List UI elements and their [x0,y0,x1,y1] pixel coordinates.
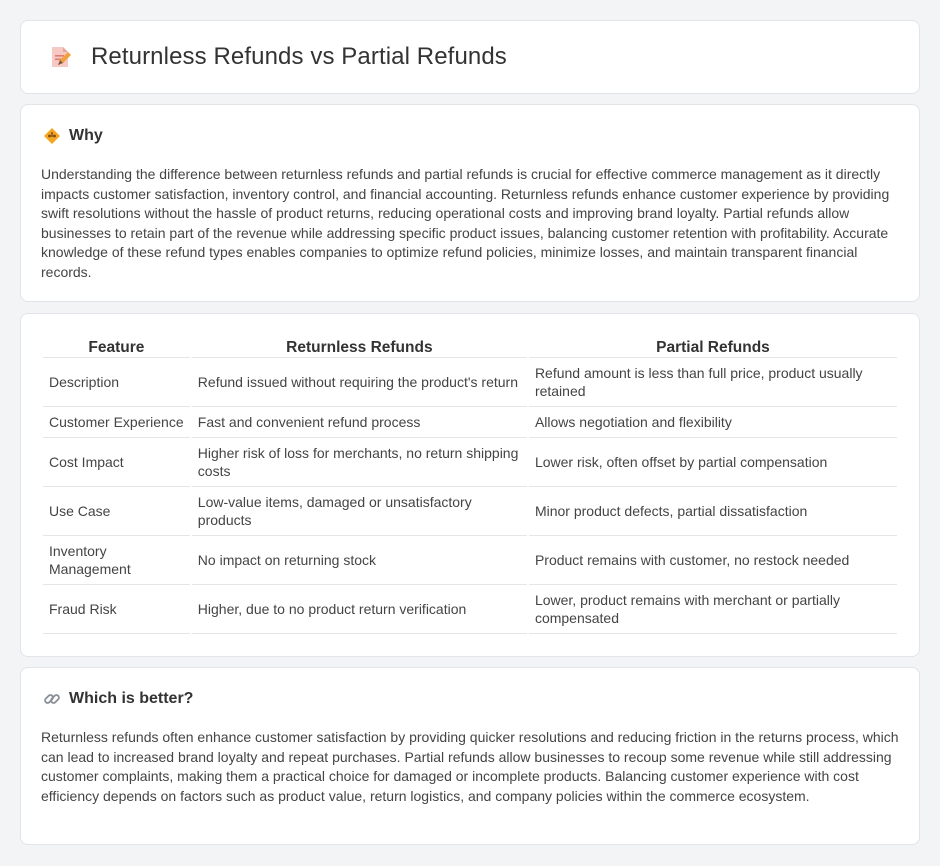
which-better-header: Which is better? [43,690,193,708]
comparison-table: Feature Returnless Refunds Partial Refun… [41,334,899,634]
title-card: Returnless Refunds vs Partial Refunds [20,20,920,94]
table-cell: Fraud Risk [43,585,190,634]
table-row: Use Case Low-value items, damaged or uns… [43,487,897,536]
table-row: Customer Experience Fast and convenient … [43,407,897,438]
table-cell: Low-value items, damaged or unsatisfacto… [191,487,527,536]
link-icon [44,694,60,704]
table-cell: Description [43,358,190,407]
which-better-heading: Which is better? [69,690,194,707]
table-cell: Refund amount is less than full price, p… [528,358,897,407]
why-body: Understanding the difference between ret… [41,166,890,280]
table-row: Inventory Management No impact on return… [43,536,897,585]
table-cell: Customer Experience [43,407,190,438]
table-row: Cost Impact Higher risk of loss for merc… [43,438,897,487]
which-better-body: Returnless refunds often enhance custome… [41,729,899,804]
table-header-row: Feature Returnless Refunds Partial Refun… [43,334,897,358]
why-section: Why Understanding the difference between… [20,104,920,302]
table-cell: Lower risk, often offset by partial comp… [528,438,897,487]
why-header: Why [43,127,103,145]
table-row: Description Refund issued without requir… [43,358,897,407]
comparison-section: Feature Returnless Refunds Partial Refun… [20,313,920,657]
table-cell: Cost Impact [43,438,190,487]
table-cell: Higher, due to no product return verific… [191,585,527,634]
title-row: Returnless Refunds vs Partial Refunds [47,43,507,71]
which-better-section: Which is better? Returnless refunds ofte… [20,667,920,845]
table-cell: No impact on returning stock [191,536,527,585]
table-cell: Use Case [43,487,190,536]
table-cell: Minor product defects, partial dissatisf… [528,487,897,536]
table-cell: Allows negotiation and flexibility [528,407,897,438]
table-cell: Higher risk of loss for merchants, no re… [191,438,527,487]
table-cell: Fast and convenient refund process [191,407,527,438]
table-row: Fraud Risk Higher, due to no product ret… [43,585,897,634]
why-heading: Why [69,127,103,144]
column-header: Returnless Refunds [191,334,527,358]
table-cell: Refund issued without requiring the prod… [191,358,527,407]
column-header: Feature [43,334,190,358]
table-cell: Lower, product remains with merchant or … [528,585,897,634]
table-cell: Inventory Management [43,536,190,585]
table-cell: Product remains with customer, no restoc… [528,536,897,585]
column-header: Partial Refunds [528,334,897,358]
diamond-warning-icon [44,128,60,144]
document-edit-icon [52,47,71,67]
page-title: Returnless Refunds vs Partial Refunds [91,43,507,70]
